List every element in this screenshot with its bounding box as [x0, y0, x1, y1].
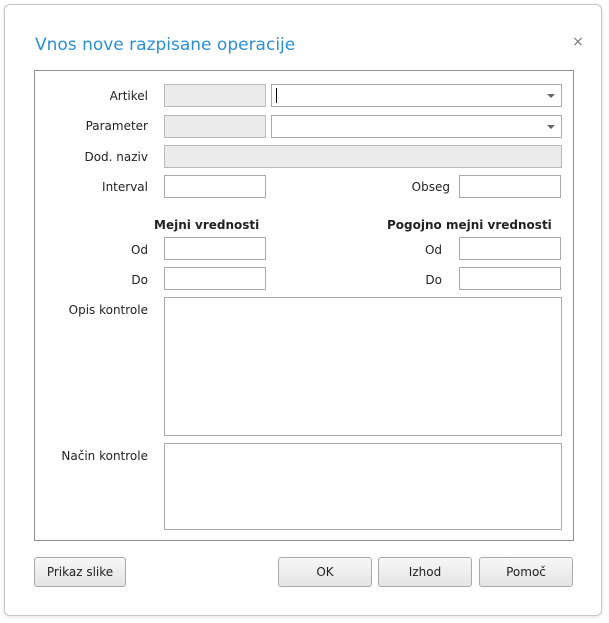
close-icon[interactable]: × — [571, 35, 585, 49]
artikel-code-field — [164, 84, 266, 107]
parameter-code-field — [164, 115, 266, 138]
obseg-label: Obseg — [411, 180, 450, 194]
chevron-down-icon[interactable] — [547, 94, 555, 98]
chevron-down-icon[interactable] — [547, 125, 555, 129]
mejni-od-label: Od — [130, 243, 148, 257]
nacin-kontrole-label: Način kontrole — [61, 449, 148, 463]
dod-naziv-field — [164, 145, 562, 168]
mejni-od-input[interactable] — [164, 237, 266, 260]
prikaz-slike-button[interactable]: Prikaz slike — [34, 557, 126, 587]
interval-input[interactable] — [164, 175, 266, 198]
pogojno-od-input[interactable] — [459, 237, 561, 260]
pogojno-do-label: Do — [425, 273, 442, 287]
mejni-vrednosti-header: Mejni vrednosti — [154, 218, 260, 232]
interval-label: Interval — [102, 180, 148, 194]
nacin-kontrole-textarea[interactable] — [164, 443, 562, 530]
obseg-input[interactable] — [459, 175, 561, 198]
text-caret — [276, 88, 277, 103]
parameter-select[interactable] — [271, 115, 562, 138]
pogojno-do-input[interactable] — [459, 267, 561, 290]
pomoc-button[interactable]: Pomoč — [479, 557, 573, 587]
opis-kontrole-label: Opis kontrole — [68, 303, 148, 317]
pogojno-mejni-vrednosti-header: Pogojno mejni vrednosti — [387, 218, 552, 232]
pogojno-od-label: Od — [424, 243, 442, 257]
opis-kontrole-textarea[interactable] — [164, 297, 562, 436]
mejni-do-input[interactable] — [164, 267, 266, 290]
dialog-title: Vnos nove razpisane operacije — [35, 35, 296, 55]
parameter-label: Parameter — [85, 119, 148, 133]
dod-naziv-label: Dod. naziv — [84, 150, 148, 164]
mejni-do-label: Do — [131, 273, 148, 287]
izhod-button[interactable]: Izhod — [378, 557, 472, 587]
ok-button[interactable]: OK — [278, 557, 372, 587]
artikel-label: Artikel — [109, 89, 148, 103]
artikel-select[interactable] — [271, 84, 562, 107]
